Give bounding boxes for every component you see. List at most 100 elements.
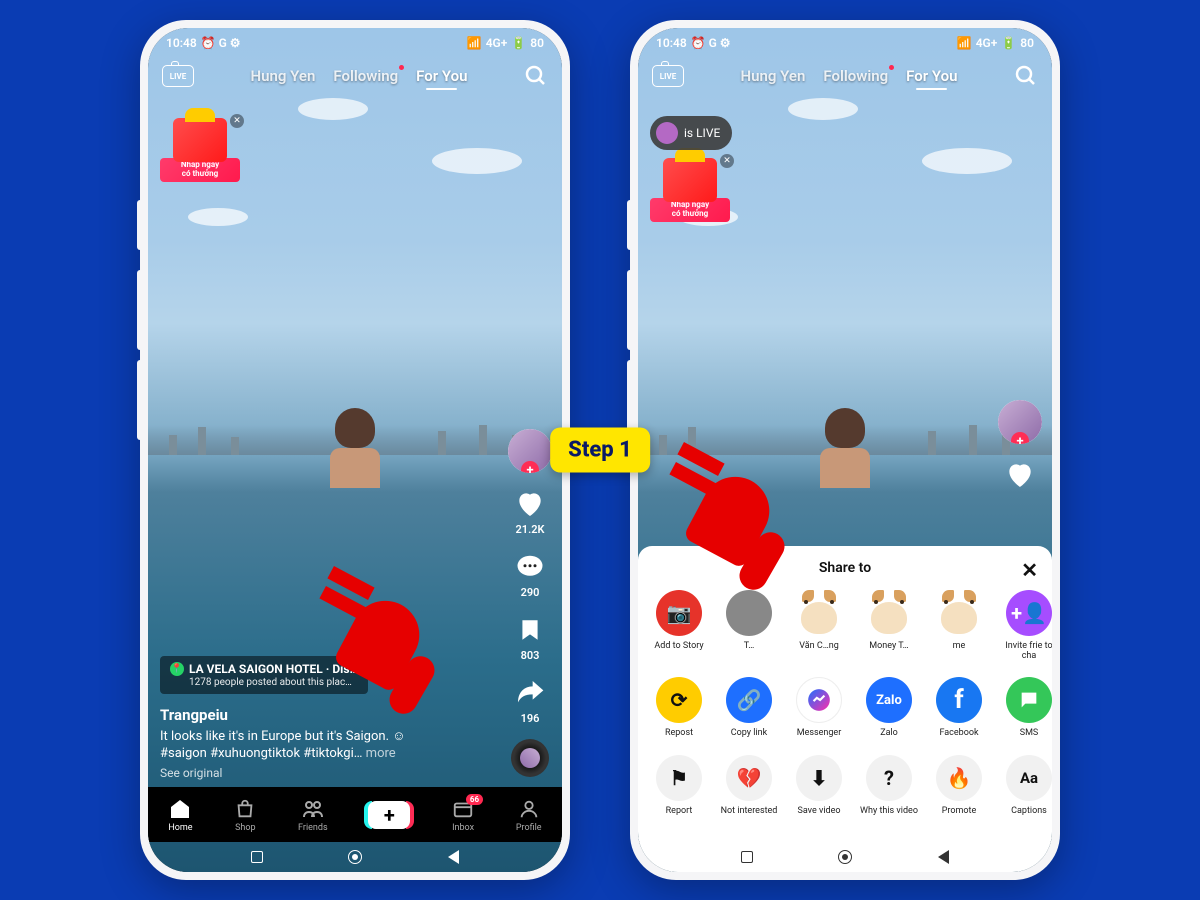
- nav-shop[interactable]: Shop: [233, 797, 257, 833]
- inbox-badge: 66: [466, 794, 483, 805]
- status-indicators: ⏰ G ⚙: [691, 36, 731, 50]
- status-signal: 📶: [957, 36, 972, 50]
- status-bar: 10:48 ⏰ G ⚙ 📶 4G+🔋 80: [638, 28, 1052, 58]
- status-signal: 📶: [467, 36, 482, 50]
- back-icon[interactable]: [448, 850, 459, 864]
- close-icon[interactable]: ✕: [720, 154, 734, 168]
- location-tag[interactable]: 📍LA VELA SAIGON HOTEL · Dis… 1278 people…: [160, 656, 368, 694]
- status-time: 10:48: [656, 36, 687, 50]
- screen-right: 10:48 ⏰ G ⚙ 📶 4G+🔋 80 LIVE Hung Yen Followi…: [638, 28, 1052, 872]
- share-sms[interactable]: SMS: [998, 677, 1052, 738]
- share-promote[interactable]: 🔥Promote: [928, 755, 990, 816]
- share-count: 196: [521, 712, 540, 725]
- phone-right: 10:48 ⏰ G ⚙ 📶 4G+🔋 80 LIVE Hung Yen Followi…: [630, 20, 1060, 880]
- nav-friends-label: Friends: [298, 823, 328, 833]
- creator-avatar[interactable]: [508, 429, 552, 473]
- cat-avatar: [796, 590, 842, 636]
- tab-hungyen[interactable]: Hung Yen: [741, 67, 806, 85]
- promo-gift[interactable]: ✕ Nhấp ngaycó thưởng: [160, 118, 240, 193]
- sound-disc[interactable]: [511, 739, 549, 777]
- nav-friends[interactable]: Friends: [298, 797, 328, 833]
- share-contact[interactable]: Văn C…ng: [788, 590, 850, 662]
- share-why-video[interactable]: ?Why this video: [858, 755, 920, 816]
- creator-avatar[interactable]: [998, 400, 1042, 444]
- back-icon[interactable]: [938, 850, 949, 864]
- toast-text: is LIVE: [684, 126, 720, 140]
- recent-apps-icon[interactable]: [741, 851, 753, 863]
- save-count: 803: [521, 649, 540, 662]
- screen-left: 10:48⏰ G ⚙ 📶4G+🔋80 LIVE Hung Yen Followi…: [148, 28, 562, 872]
- cat-avatar: [936, 590, 982, 636]
- search-icon[interactable]: [1014, 64, 1038, 88]
- status-battery-pct: 80: [1020, 36, 1034, 50]
- tab-following[interactable]: Following: [333, 67, 398, 85]
- promo-gift[interactable]: ✕ Nhấp ngaycó thưởng: [650, 158, 730, 233]
- promo-line2: có thưởng: [182, 169, 218, 178]
- top-nav: LIVE Hung Yen Following For You: [638, 58, 1052, 94]
- share-add-story[interactable]: 📷Add to Story: [648, 590, 710, 662]
- tab-hungyen[interactable]: Hung Yen: [251, 67, 316, 85]
- hashtags[interactable]: #saigon #xuhuongtiktok #tiktokgi…: [160, 746, 362, 761]
- share-contact[interactable]: Money T…: [858, 590, 920, 662]
- phone-left: 10:48⏰ G ⚙ 📶4G+🔋80 LIVE Hung Yen Followi…: [140, 20, 570, 880]
- nav-inbox[interactable]: 66Inbox: [451, 797, 475, 833]
- status-network: 4G+: [976, 36, 998, 50]
- comment-count: 290: [521, 586, 540, 599]
- live-toast[interactable]: is LIVE: [650, 116, 732, 150]
- like-button[interactable]: [1003, 458, 1037, 492]
- home-icon[interactable]: [348, 850, 362, 864]
- action-sidebar: 21.2K 290 803 196: [508, 429, 552, 777]
- tab-foryou[interactable]: For You: [906, 67, 957, 85]
- share-save-video[interactable]: ⬇Save video: [788, 755, 850, 816]
- share-sheet: Share to ✕ 📷Add to Story T… Văn C…ng Mon…: [638, 546, 1052, 872]
- share-row-apps: ⟳Repost 🔗Copy link Messenger ZaloZalo fF…: [648, 677, 1042, 738]
- like-button[interactable]: 21.2K: [513, 487, 547, 536]
- share-repost[interactable]: ⟳Repost: [648, 677, 710, 738]
- status-battery: 🔋: [1001, 36, 1016, 50]
- action-sidebar: [998, 400, 1042, 492]
- status-battery-pct: 80: [530, 36, 544, 50]
- share-contact[interactable]: T…: [718, 590, 780, 662]
- share-report[interactable]: ⚑Report: [648, 755, 710, 816]
- tab-following[interactable]: Following: [823, 67, 888, 85]
- share-close-icon[interactable]: ✕: [1021, 558, 1038, 582]
- share-copy-link[interactable]: 🔗Copy link: [718, 677, 780, 738]
- step-label: Step 1: [550, 428, 650, 473]
- status-indicators: ⏰ G ⚙: [201, 36, 241, 50]
- live-icon[interactable]: LIVE: [162, 65, 194, 87]
- comment-button[interactable]: 290: [513, 550, 547, 599]
- status-battery: 🔋: [511, 36, 526, 50]
- cat-avatar: [866, 590, 912, 636]
- recent-apps-icon[interactable]: [251, 851, 263, 863]
- share-row-contacts: 📷Add to Story T… Văn C…ng Money T… me +👤…: [648, 590, 1042, 662]
- bottom-nav: Home Shop Friends + 66Inbox Profile: [148, 787, 562, 842]
- username[interactable]: Trangpeiu: [160, 706, 482, 724]
- share-facebook[interactable]: fFacebook: [928, 677, 990, 738]
- share-button[interactable]: 196: [513, 676, 547, 725]
- tab-foryou[interactable]: For You: [416, 67, 467, 85]
- more-button[interactable]: more: [366, 746, 396, 761]
- search-icon[interactable]: [524, 64, 548, 88]
- share-invite[interactable]: +👤Invite frie to cha: [998, 590, 1052, 662]
- location-sub: 1278 people posted about this plac…: [170, 677, 358, 688]
- home-icon[interactable]: [838, 850, 852, 864]
- share-contact[interactable]: me: [928, 590, 990, 662]
- nav-inbox-label: Inbox: [452, 823, 474, 833]
- share-zalo[interactable]: ZaloZalo: [858, 677, 920, 738]
- nav-home[interactable]: Home: [168, 797, 192, 833]
- live-icon[interactable]: LIVE: [652, 65, 684, 87]
- nav-profile-label: Profile: [516, 823, 542, 833]
- nav-profile[interactable]: Profile: [516, 797, 542, 833]
- share-title: Share to: [819, 560, 871, 576]
- share-not-interested[interactable]: 💔Not interested: [718, 755, 780, 816]
- share-messenger[interactable]: Messenger: [788, 677, 850, 738]
- pin-icon: 📍: [170, 662, 184, 676]
- save-button[interactable]: 803: [513, 613, 547, 662]
- share-captions[interactable]: AaCaptions: [998, 755, 1052, 816]
- see-original[interactable]: See original: [160, 766, 482, 780]
- share-row-actions: ⚑Report 💔Not interested ⬇Save video ?Why…: [648, 755, 1042, 816]
- promo-line2: có thưởng: [672, 209, 708, 218]
- close-icon[interactable]: ✕: [230, 114, 244, 128]
- create-button[interactable]: +: [368, 801, 410, 829]
- like-count: 21.2K: [516, 523, 545, 536]
